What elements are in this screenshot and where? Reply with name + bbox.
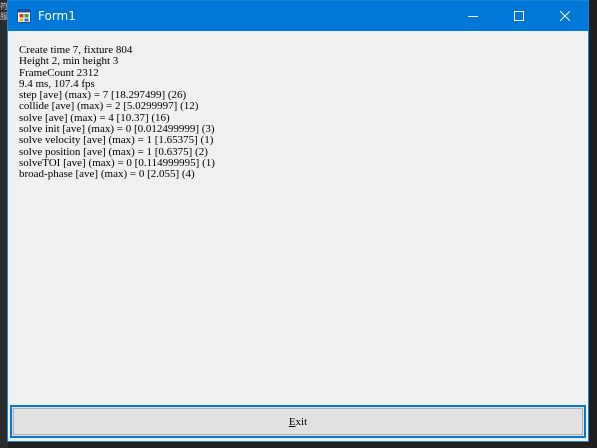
title-bar[interactable]: Form1 [8,1,588,31]
exit-button-label: Exit [289,416,307,428]
client-area: Create time 7, fixture 804 Height 2, min… [8,31,588,441]
minimize-icon [468,16,478,17]
form1-window: Form1 Create time 7, fixture 804 Height … [7,0,589,442]
stats-label: Create time 7, fixture 804 Height 2, min… [19,44,579,181]
form-app-icon[interactable] [17,9,31,23]
stats-line-solve-velocity: solve velocity [ave] (max) = 1 [1.65375]… [19,134,214,147]
maximize-icon [514,11,524,21]
minimize-button[interactable] [450,1,496,31]
close-button[interactable] [542,1,588,31]
exit-button[interactable]: Exit [10,405,586,438]
maximize-button[interactable] [496,1,542,31]
exit-mnemonic: E [288,415,296,428]
stats-line-broad-phase: broad-phase [ave] (max) = 0 [2.055] (4) [19,168,195,181]
window-title: Form1 [38,9,76,23]
stats-line-frame-count: FrameCount 2312 [19,66,99,79]
stats-line-height: Height 2, min height 3 [19,55,119,68]
close-icon [560,11,570,21]
exit-label-rest: xit [295,415,308,428]
